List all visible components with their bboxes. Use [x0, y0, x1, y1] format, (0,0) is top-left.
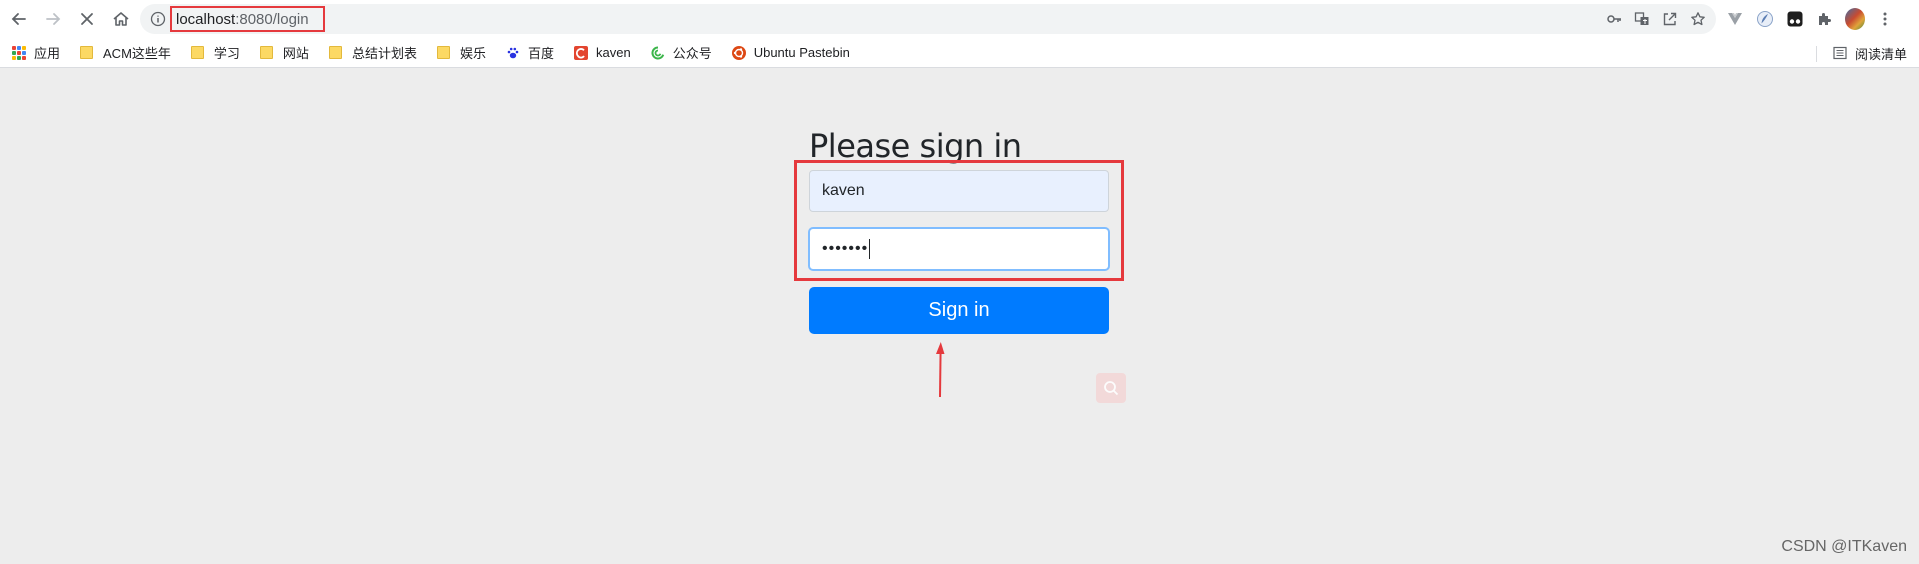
bookmark-folder-acm[interactable]: ACM这些年	[68, 41, 179, 65]
signin-button[interactable]: Sign in	[809, 287, 1109, 334]
translate-icon[interactable]	[1634, 11, 1650, 27]
puzzle-icon	[1819, 13, 1831, 25]
forward-button[interactable]	[38, 4, 68, 34]
search-icon	[1104, 381, 1119, 396]
menu-button[interactable]	[1875, 9, 1895, 29]
floating-search-button[interactable]	[1096, 373, 1126, 403]
bookmark-apps[interactable]: 应用	[0, 41, 68, 65]
url-path: :8080/login	[235, 10, 309, 28]
extensions-button[interactable]	[1815, 9, 1835, 29]
bookmark-folder-plans[interactable]: 总结计划表	[317, 41, 425, 65]
password-field[interactable]: •••••••	[809, 228, 1109, 270]
bookmark-label: 学习	[213, 46, 240, 61]
reading-list-icon	[1833, 46, 1847, 60]
bookmarks-divider	[1816, 46, 1817, 62]
avatar	[1845, 8, 1865, 30]
ubuntu-icon	[731, 45, 746, 60]
reading-list-button[interactable]: 阅读清单	[1833, 38, 1907, 68]
text-caret	[869, 239, 871, 259]
star-icon[interactable]	[1690, 11, 1706, 27]
folder-icon	[80, 46, 94, 59]
watermark: CSDN @ITKaven	[1781, 538, 1907, 555]
key-icon[interactable]	[1606, 11, 1622, 27]
share-icon[interactable]	[1662, 11, 1678, 27]
baidu-icon	[507, 47, 519, 58]
folder-icon	[436, 46, 450, 59]
browser-toolbar: localhost:8080/login	[0, 0, 1919, 38]
username-field[interactable]: kaven	[809, 170, 1109, 212]
reading-list-label: 阅读清单	[1854, 46, 1907, 62]
bookmark-label: 百度	[527, 46, 554, 61]
vue-devtools-extension[interactable]	[1725, 9, 1745, 29]
bookmark-label: ACM这些年	[103, 46, 171, 61]
folder-icon	[328, 46, 342, 59]
address-bar[interactable]: localhost:8080/login	[140, 4, 1716, 34]
bookmark-folder-websites[interactable]: 网站	[248, 41, 317, 65]
bookmark-wechat[interactable]: 公众号	[639, 41, 720, 65]
home-icon	[113, 12, 129, 26]
back-button[interactable]	[4, 4, 34, 34]
signin-button-label: Sign in	[928, 299, 990, 321]
url-host: localhost	[176, 10, 236, 28]
feather-extension[interactable]	[1755, 9, 1775, 29]
folder-icon	[190, 46, 204, 59]
bookmark-label: Ubuntu Pastebin	[753, 45, 850, 60]
folder-icon	[259, 46, 273, 59]
forward-arrow-icon	[46, 13, 61, 25]
annotation-arrow-icon	[936, 342, 945, 398]
vue-icon	[1728, 13, 1742, 25]
bookmark-label: kaven	[595, 45, 631, 60]
bookmark-label: 应用	[34, 46, 61, 61]
bookmarks-bar: 应用 ACM这些年 学习 网站 总结计划表 娱乐 百度 kaven 公众号 Ub…	[0, 38, 1919, 68]
csdn-icon	[573, 45, 588, 60]
bookmark-baidu[interactable]: 百度	[494, 41, 562, 65]
wechat-icon	[651, 45, 664, 59]
profile-button[interactable]	[1845, 8, 1865, 30]
bookmark-label: 网站	[282, 46, 309, 61]
apps-grid-icon	[12, 45, 26, 60]
close-icon	[81, 13, 93, 25]
stop-loading-button[interactable]	[72, 4, 102, 34]
info-icon[interactable]	[150, 11, 166, 27]
bookmark-kaven[interactable]: kaven	[562, 41, 639, 65]
tampermonkey-extension[interactable]	[1785, 9, 1805, 29]
bookmark-label: 总结计划表	[351, 46, 417, 61]
home-button[interactable]	[106, 4, 136, 34]
bookmark-folder-study[interactable]: 学习	[179, 41, 248, 65]
password-value: •••••••	[822, 240, 869, 257]
tampermonkey-icon	[1787, 11, 1803, 27]
feather-icon	[1757, 11, 1773, 27]
bookmark-folder-entertainment[interactable]: 娱乐	[425, 41, 494, 65]
url-text[interactable]: localhost:8080/login	[170, 6, 325, 32]
bookmark-label: 公众号	[672, 46, 712, 61]
bookmark-label: 娱乐	[459, 46, 486, 61]
username-value: kaven	[822, 182, 865, 199]
back-arrow-icon	[11, 13, 26, 25]
bookmark-ubuntu-pastebin[interactable]: Ubuntu Pastebin	[720, 41, 858, 65]
more-vertical-icon	[1883, 12, 1887, 26]
